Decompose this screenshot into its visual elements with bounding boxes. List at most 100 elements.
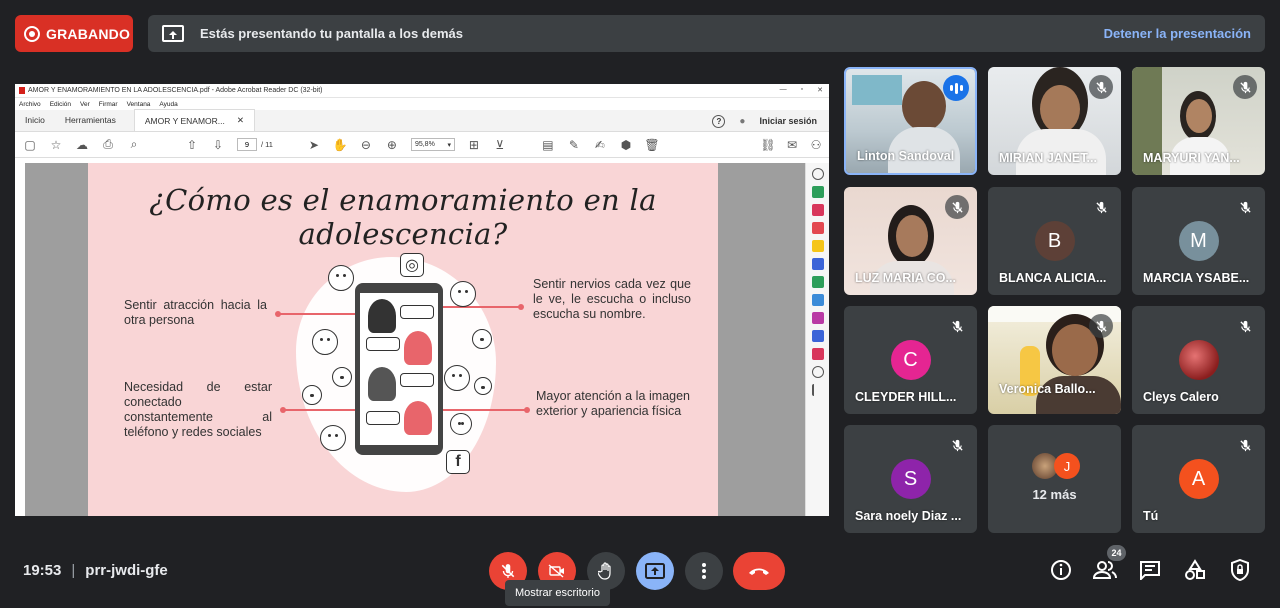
scan-icon[interactable]: [811, 294, 824, 306]
search-icon[interactable]: [811, 168, 824, 180]
upload-cloud-icon[interactable]: ☁: [75, 138, 89, 152]
camera-off-icon: [548, 564, 564, 578]
sign-icon[interactable]: ✍: [593, 138, 607, 152]
page-down-icon[interactable]: ⇩: [211, 138, 225, 152]
connector-line: [278, 313, 358, 315]
background-poster: [852, 75, 902, 105]
mic-off-icon: [945, 433, 969, 457]
scroll-mode-icon[interactable]: ⊻: [493, 138, 507, 152]
collapse-panel-icon[interactable]: [811, 384, 824, 396]
page-up-icon[interactable]: ⇧: [185, 138, 199, 152]
participant-name: MARYURI YAN...: [1143, 151, 1240, 165]
document-view[interactable]: ¿Cómo es el enamoramiento en la adolesce…: [15, 163, 805, 516]
participant-tile[interactable]: LUZ MARIA CO...: [844, 187, 977, 295]
avatar: C: [890, 340, 931, 380]
expand-icon[interactable]: [811, 366, 824, 378]
zoom-out-search-icon[interactable]: ⌕: [127, 137, 141, 152]
vertical-scrollbar[interactable]: [795, 163, 805, 516]
chat-icon: [1140, 561, 1160, 580]
leave-call-button[interactable]: [733, 552, 785, 590]
participant-tile[interactable]: C CLEYDER HILL...: [844, 306, 977, 414]
mic-off-icon: [1089, 314, 1113, 338]
more-options-button[interactable]: [685, 552, 723, 590]
maximize-icon[interactable]: ▫: [801, 86, 803, 94]
share-user-icon[interactable]: ⚇: [809, 138, 823, 152]
people-icon: [1093, 561, 1117, 579]
print-icon[interactable]: ⎙: [101, 137, 115, 152]
participant-tile[interactable]: S Sara noely Diaz ...: [844, 425, 977, 533]
combine-files-icon[interactable]: [811, 204, 824, 216]
menu-ayuda[interactable]: Ayuda: [159, 101, 177, 108]
participant-tile[interactable]: Veronica Ballo...: [988, 306, 1121, 414]
participant-tile[interactable]: Cleys Calero: [1132, 306, 1265, 414]
hand-tool-icon[interactable]: ✋: [332, 138, 347, 152]
help-icon[interactable]: ?: [712, 114, 726, 128]
participant-name: Sara noely Diaz ...: [855, 509, 962, 523]
comment-sidebar-icon[interactable]: [811, 240, 824, 252]
present-now-button[interactable]: [636, 552, 674, 590]
fill-sign-icon[interactable]: [811, 312, 824, 324]
activities-button[interactable]: [1182, 557, 1208, 583]
tab-close-icon[interactable]: ✕: [237, 115, 244, 126]
menu-ventana[interactable]: Ventana: [127, 101, 151, 108]
create-pdf-icon[interactable]: [811, 186, 824, 198]
participant-tile[interactable]: MARYURI YAN...: [1132, 67, 1265, 175]
menu-archivo[interactable]: Archivo: [19, 101, 41, 108]
participant-tile[interactable]: B BLANCA ALICIA...: [988, 187, 1121, 295]
tab-inicio[interactable]: Inicio: [15, 109, 55, 131]
zoom-select[interactable]: 95,8% ▾: [410, 138, 455, 151]
meeting-code: prr-jwdi-gfe: [85, 562, 168, 579]
page-navigator: / 11: [237, 138, 273, 151]
chat-button[interactable]: [1137, 557, 1163, 583]
bell-icon[interactable]: ●: [739, 116, 745, 127]
zoom-in-icon[interactable]: ⊕: [385, 138, 399, 152]
avatar: A: [1178, 459, 1219, 499]
highlight-pen-icon[interactable]: ✎: [567, 138, 581, 152]
acrobat-toolbar: ▢ ☆ ☁ ⎙ ⌕ ⇧ ⇩ / 11 ➤ ✋ ⊖ ⊕ 95,8%▾ ⊞ ⊻ ▤ …: [15, 132, 829, 158]
participant-tile[interactable]: Linton Sandoval: [844, 67, 977, 175]
stop-presenting-button[interactable]: Detener la presentación: [1104, 26, 1251, 41]
hang-up-icon: [749, 568, 769, 575]
participant-tile[interactable]: M MARCIA YSABE...: [1132, 187, 1265, 295]
page-number-input[interactable]: [237, 138, 257, 151]
email-icon[interactable]: ✉: [785, 138, 799, 152]
organize-pages-icon[interactable]: [811, 276, 824, 288]
instagram-icon: ◎: [400, 253, 424, 277]
menu-ver[interactable]: Ver: [80, 101, 90, 108]
self-tile[interactable]: A Tú: [1132, 425, 1265, 533]
minimize-icon[interactable]: —: [780, 86, 787, 94]
participant-name: Veronica Ballo...: [999, 382, 1096, 396]
more-tools-icon[interactable]: [811, 348, 824, 360]
save-icon[interactable]: ▢: [23, 138, 37, 152]
info-icon: [1051, 560, 1071, 580]
host-controls-button[interactable]: [1227, 557, 1253, 583]
mic-off-icon: [1233, 314, 1257, 338]
left-panel-toggle[interactable]: [15, 163, 25, 516]
connector-line: [440, 409, 528, 411]
select-cursor-icon[interactable]: ➤: [307, 138, 321, 152]
protect-icon[interactable]: [811, 330, 824, 342]
menu-edicion[interactable]: Edición: [50, 101, 71, 108]
separator: |: [71, 562, 76, 579]
zoom-out-icon[interactable]: ⊖: [359, 138, 373, 152]
present-screen-icon: [162, 25, 184, 42]
comment-icon[interactable]: ▤: [541, 138, 555, 152]
participant-tile[interactable]: MIRIAN JANET...: [988, 67, 1121, 175]
star-icon[interactable]: ☆: [49, 138, 63, 152]
meeting-details-button[interactable]: [1048, 557, 1074, 583]
signin-link[interactable]: Iniciar sesión: [759, 116, 817, 126]
fit-page-icon[interactable]: ⊞: [467, 138, 481, 152]
meeting-details: 19:53 | prr-jwdi-gfe: [23, 562, 168, 579]
close-icon[interactable]: ✕: [817, 86, 823, 94]
more-count: 12 más: [1032, 487, 1077, 502]
tab-document[interactable]: AMOR Y ENAMOR... ✕: [133, 109, 255, 131]
recording-button[interactable]: GRABANDO: [15, 15, 133, 52]
export-pdf-icon[interactable]: [811, 222, 824, 234]
stamp-icon[interactable]: ⬢: [619, 138, 633, 152]
tab-herramientas[interactable]: Herramientas: [55, 109, 126, 131]
share-link-icon[interactable]: ⛓: [760, 138, 775, 152]
menu-firmar[interactable]: Firmar: [99, 101, 118, 108]
more-participants-tile[interactable]: J 12 más: [988, 425, 1121, 533]
delete-icon[interactable]: 🗑: [644, 138, 659, 152]
edit-pdf-icon[interactable]: [811, 258, 824, 270]
